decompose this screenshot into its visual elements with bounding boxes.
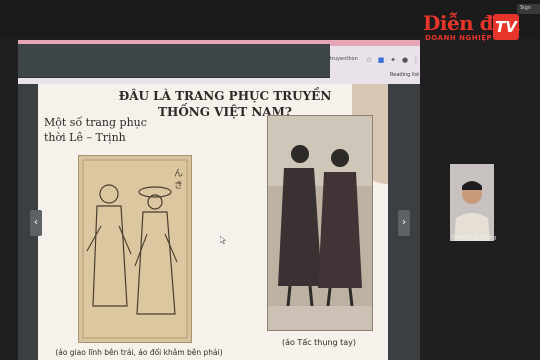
reading-list-button[interactable]: Reading list [390, 72, 419, 78]
brand-logo-tv: TV [493, 14, 519, 40]
puzzle-icon[interactable]: ✦ [389, 56, 397, 64]
svg-text:ん: ん [174, 168, 183, 179]
next-slide-button[interactable]: › [398, 210, 410, 236]
caption-right: (áo Tấc thụng tay) [281, 338, 357, 347]
svg-text:き: き [174, 180, 183, 191]
previous-slide-button[interactable]: ‹ [30, 210, 42, 236]
star-icon[interactable]: ☆ [365, 56, 373, 64]
menu-icon[interactable]: ⋮ [412, 56, 420, 64]
address-text: truyenthon [330, 56, 358, 62]
slide-subtitle: Một số trang phục thời Lê – Trịnh [44, 116, 147, 144]
historical-photo [267, 115, 373, 331]
participant-name: Đinh Hồng Cường [452, 235, 497, 241]
extension-icon[interactable]: ■ [377, 56, 385, 64]
chevron-right-icon: › [402, 217, 406, 228]
participant-video[interactable] [450, 164, 494, 241]
caption-left: (áo giao lĩnh bên trái, áo đối khâm bên … [55, 348, 223, 357]
chevron-left-icon: ‹ [34, 217, 38, 228]
browser-address-bar[interactable] [18, 44, 330, 78]
costume-illustration: ん き [78, 155, 192, 343]
participants-toggle-label: Sign [520, 5, 531, 11]
brand-logo: Diễn đàn DOANH NGHIỆP TV [423, 12, 520, 48]
mouse-cursor-icon [220, 236, 226, 244]
brand-logo-sub: DOANH NGHIỆP [425, 34, 493, 42]
participants-toggle[interactable]: Sign [517, 4, 540, 14]
profile-icon[interactable]: ● [401, 56, 409, 64]
